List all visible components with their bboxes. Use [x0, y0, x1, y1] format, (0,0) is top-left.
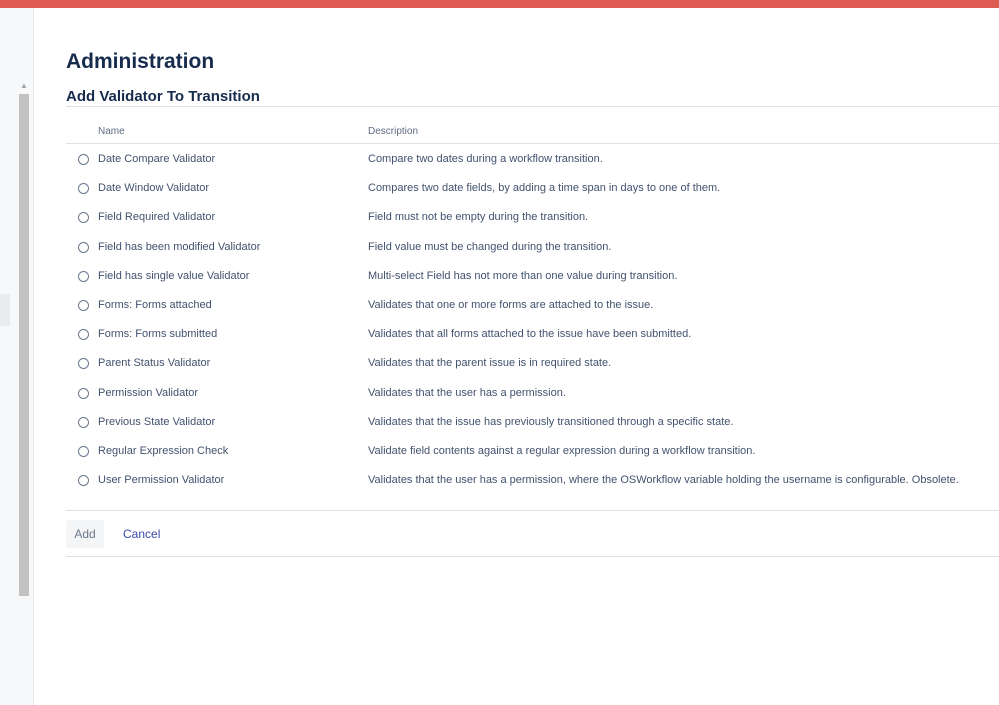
validator-description: Compares two date fields, by adding a ti… [368, 182, 721, 195]
validator-name: Previous State Validator [98, 415, 216, 428]
actions-divider-top [66, 510, 999, 511]
scrollbar-thumb[interactable] [19, 94, 29, 596]
validator-name: Field has single value Validator [98, 269, 250, 282]
validator-description: Field must not be empty during the trans… [368, 211, 589, 224]
validator-description: Validates that the parent issue is in re… [368, 357, 612, 370]
table-row[interactable]: Previous State Validator Validates that t… [66, 409, 999, 438]
table-row[interactable]: Field has single value Validator Multi-se… [66, 263, 999, 292]
validator-radio[interactable] [78, 329, 89, 341]
validator-name: Field Required Validator [98, 211, 216, 224]
table-body: Date Compare Validator Compare two dates … [66, 146, 999, 496]
validator-radio[interactable] [78, 212, 89, 224]
validator-description: Validate field contents against a regula… [368, 444, 756, 457]
validator-name: Forms: Forms attached [98, 298, 212, 311]
validator-description: Validates that the user has a permission… [368, 474, 959, 487]
validator-name: Parent Status Validator [98, 357, 211, 370]
actions-divider-bottom [66, 556, 999, 557]
validator-description: Compare two dates during a workflow tran… [368, 153, 603, 165]
column-header-name: Name [98, 126, 125, 137]
validator-name: Date Compare Validator [98, 153, 216, 165]
table-row[interactable]: Date Compare Validator Compare two dates … [66, 146, 999, 175]
validator-radio[interactable] [78, 154, 89, 165]
column-header-description: Description [368, 126, 419, 137]
validator-name: User Permission Validator [98, 474, 225, 487]
scroll-up-arrow-icon[interactable]: ▲ [18, 80, 30, 92]
table-row[interactable]: Forms: Forms attached Validates that one … [66, 292, 999, 321]
page-title: Administration [66, 50, 215, 73]
table-row[interactable]: Field has been modified Validator Field v… [66, 234, 999, 263]
section-title: Add Validator To Transition [66, 88, 260, 105]
validator-radio[interactable] [78, 299, 89, 311]
table-header: Name Description [66, 120, 999, 144]
validator-radio[interactable] [78, 358, 89, 370]
top-accent-bar [0, 0, 999, 8]
validator-radio[interactable] [78, 475, 89, 487]
table-row[interactable]: Forms: Forms submitted Validates that all… [66, 321, 999, 350]
validator-name: Field has been modified Validator [98, 240, 261, 253]
validator-description: Validates that all forms attached to the… [368, 328, 692, 341]
validator-radio[interactable] [78, 183, 89, 195]
table-row[interactable]: Date Window Validator Compares two date f… [66, 175, 999, 204]
validator-radio[interactable] [78, 270, 89, 282]
sidebar-scrollbar[interactable]: ▲ [18, 80, 30, 610]
validator-name: Date Window Validator [98, 182, 210, 195]
validator-table: Name Description Date Compare Validator C… [66, 120, 999, 496]
validator-radio[interactable] [78, 241, 89, 253]
validator-description: Validates that one or more forms are att… [368, 298, 654, 311]
table-row[interactable]: Field Required Validator Field must not b… [66, 204, 999, 233]
table-row[interactable]: Permission Validator Validates that the u… [66, 380, 999, 409]
validator-description: Validates that the issue has previously … [368, 415, 734, 428]
add-button[interactable]: Add [66, 520, 104, 548]
table-row[interactable]: Regular Expression Check Validate field c… [66, 438, 999, 467]
table-row[interactable]: Parent Status Validator Validates that th… [66, 350, 999, 379]
cancel-link[interactable]: Cancel [123, 527, 160, 541]
validator-description: Validates that the user has a permission… [368, 386, 566, 399]
validator-name: Permission Validator [98, 386, 199, 399]
validator-radio[interactable] [78, 445, 89, 457]
validator-description: Field value must be changed during the t… [368, 240, 612, 253]
validator-radio[interactable] [78, 387, 89, 399]
sidebar-collapse-tab[interactable] [0, 294, 10, 326]
validator-name: Regular Expression Check [98, 444, 229, 457]
validator-description: Multi-select Field has not more than one… [368, 269, 678, 282]
validator-name: Forms: Forms submitted [98, 328, 218, 341]
table-row[interactable]: User Permission Validator Validates that … [66, 467, 999, 496]
title-divider [66, 106, 999, 107]
validator-radio[interactable] [78, 416, 89, 428]
